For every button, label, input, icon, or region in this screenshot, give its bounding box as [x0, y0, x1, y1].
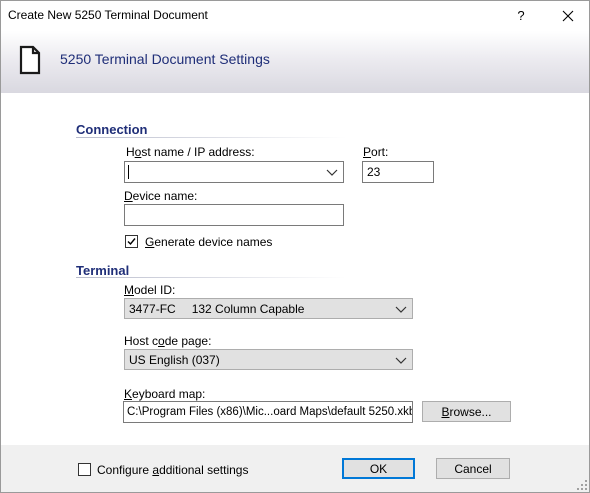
chevron-down-icon[interactable]: [394, 304, 408, 314]
port-label: Port:: [363, 145, 389, 159]
keymap-input[interactable]: C:\Program Files (x86)\Mic...oard Maps\d…: [123, 401, 413, 423]
connection-divider: [76, 137, 346, 138]
model-id-select[interactable]: 3477-FC 132 Column Capable: [124, 298, 413, 319]
model-description: 132 Column Capable: [191, 301, 305, 316]
configure-additional-label[interactable]: Configure additional settings: [97, 463, 248, 477]
generate-device-names-checkbox[interactable]: [125, 235, 138, 248]
configure-additional-checkbox[interactable]: [78, 463, 91, 476]
check-icon: [127, 238, 136, 246]
host-combobox[interactable]: [124, 161, 344, 183]
browse-button[interactable]: Browse...: [422, 401, 511, 422]
generate-device-names-label[interactable]: Generate device names: [145, 235, 272, 249]
text-caret: [128, 165, 129, 179]
cancel-button[interactable]: Cancel: [436, 458, 510, 479]
page-title: 5250 Terminal Document Settings: [60, 51, 270, 67]
codepage-label: Host code page:: [124, 334, 212, 348]
terminal-divider: [76, 277, 346, 278]
terminal-heading: Terminal: [76, 263, 130, 278]
port-value: 23: [367, 165, 381, 179]
port-input[interactable]: 23: [362, 161, 434, 183]
ok-button[interactable]: OK: [342, 458, 415, 479]
model-code: 3477-FC: [129, 301, 176, 316]
help-button[interactable]: ?: [507, 0, 535, 31]
close-button[interactable]: [545, 0, 590, 31]
device-name-input[interactable]: [124, 204, 344, 226]
close-icon: [562, 10, 573, 21]
document-icon: [19, 45, 41, 75]
device-label: Device name:: [124, 189, 198, 203]
chevron-down-icon[interactable]: [394, 355, 408, 365]
codepage-value: US English (037): [129, 352, 220, 367]
keymap-value: C:\Program Files (x86)\Mic...oard Maps\d…: [127, 406, 413, 418]
window-title: Create New 5250 Terminal Document: [8, 8, 208, 22]
resize-grip-icon[interactable]: [576, 479, 588, 491]
host-label: Host name / IP address:: [126, 145, 255, 159]
model-id-label: Model ID:: [124, 283, 176, 297]
chevron-down-icon[interactable]: [325, 167, 339, 177]
keymap-label: Keyboard map:: [124, 387, 206, 401]
codepage-select[interactable]: US English (037): [124, 349, 413, 370]
connection-heading: Connection: [76, 122, 148, 137]
